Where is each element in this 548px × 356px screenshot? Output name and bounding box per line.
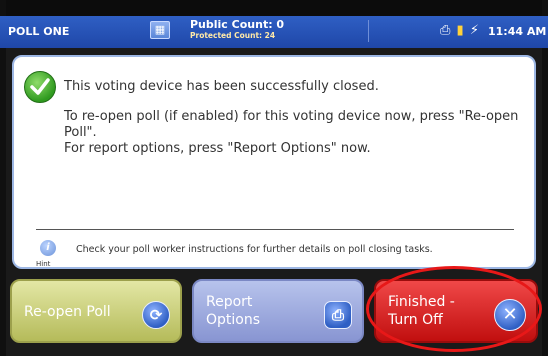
report-label-line2: Options <box>206 312 261 328</box>
finished-label-line2: Turn Off <box>388 312 443 328</box>
refresh-icon: ⟳ <box>142 301 170 329</box>
power-plug-icon: ⚡ <box>469 23 479 38</box>
hint-label: Hint <box>36 260 51 268</box>
finished-turn-off-button[interactable]: Finished - Turn Off ✕ <box>374 279 538 343</box>
reopen-poll-label: Re-open Poll <box>24 304 111 320</box>
checkmark-icon <box>24 71 56 103</box>
divider-line <box>36 229 514 230</box>
poll-name: POLL ONE <box>8 25 70 38</box>
report-label-line1: Report <box>206 294 253 310</box>
status-icons: ⎙ ▮ ⚡ <box>440 23 481 38</box>
screen-bezel-left <box>0 0 6 356</box>
clock-time: 11:44 AM <box>488 25 547 38</box>
close-x-icon: ✕ <box>494 299 526 331</box>
ballot-count-icon: ▦ <box>150 21 170 39</box>
report-instruction: For report options, press "Report Option… <box>64 141 371 156</box>
reopen-instruction: To re-open poll (if enabled) for this vo… <box>64 109 519 140</box>
memory-card-icon: ▮ <box>456 23 464 38</box>
finished-label-line1: Finished - <box>388 294 455 310</box>
status-header: POLL ONE ▦ Public Count: 0 Protected Cou… <box>0 16 548 48</box>
protected-count: Protected Count: 24 <box>190 31 276 40</box>
report-options-label: Report Options <box>206 293 260 329</box>
printer-icon: ⎙ <box>324 301 352 329</box>
report-options-button[interactable]: Report Options ⎙ <box>192 279 364 343</box>
instructions: To re-open poll (if enabled) for this vo… <box>64 109 524 157</box>
hint-text: Check your poll worker instructions for … <box>76 244 433 255</box>
public-count: Public Count: 0 <box>190 18 285 31</box>
closed-message: This voting device has been successfully… <box>64 79 379 94</box>
message-panel: This voting device has been successfully… <box>12 55 536 269</box>
reopen-poll-button[interactable]: Re-open Poll ⟳ <box>10 279 182 343</box>
finished-label: Finished - Turn Off <box>388 293 455 329</box>
hint-icon[interactable]: i <box>40 240 56 256</box>
counts: Public Count: 0 Protected Count: 24 <box>190 19 284 40</box>
screen-bezel-right <box>542 0 548 356</box>
printer-icon: ⎙ <box>440 23 451 38</box>
header-divider <box>368 20 369 42</box>
screen-bezel-top <box>0 0 548 16</box>
